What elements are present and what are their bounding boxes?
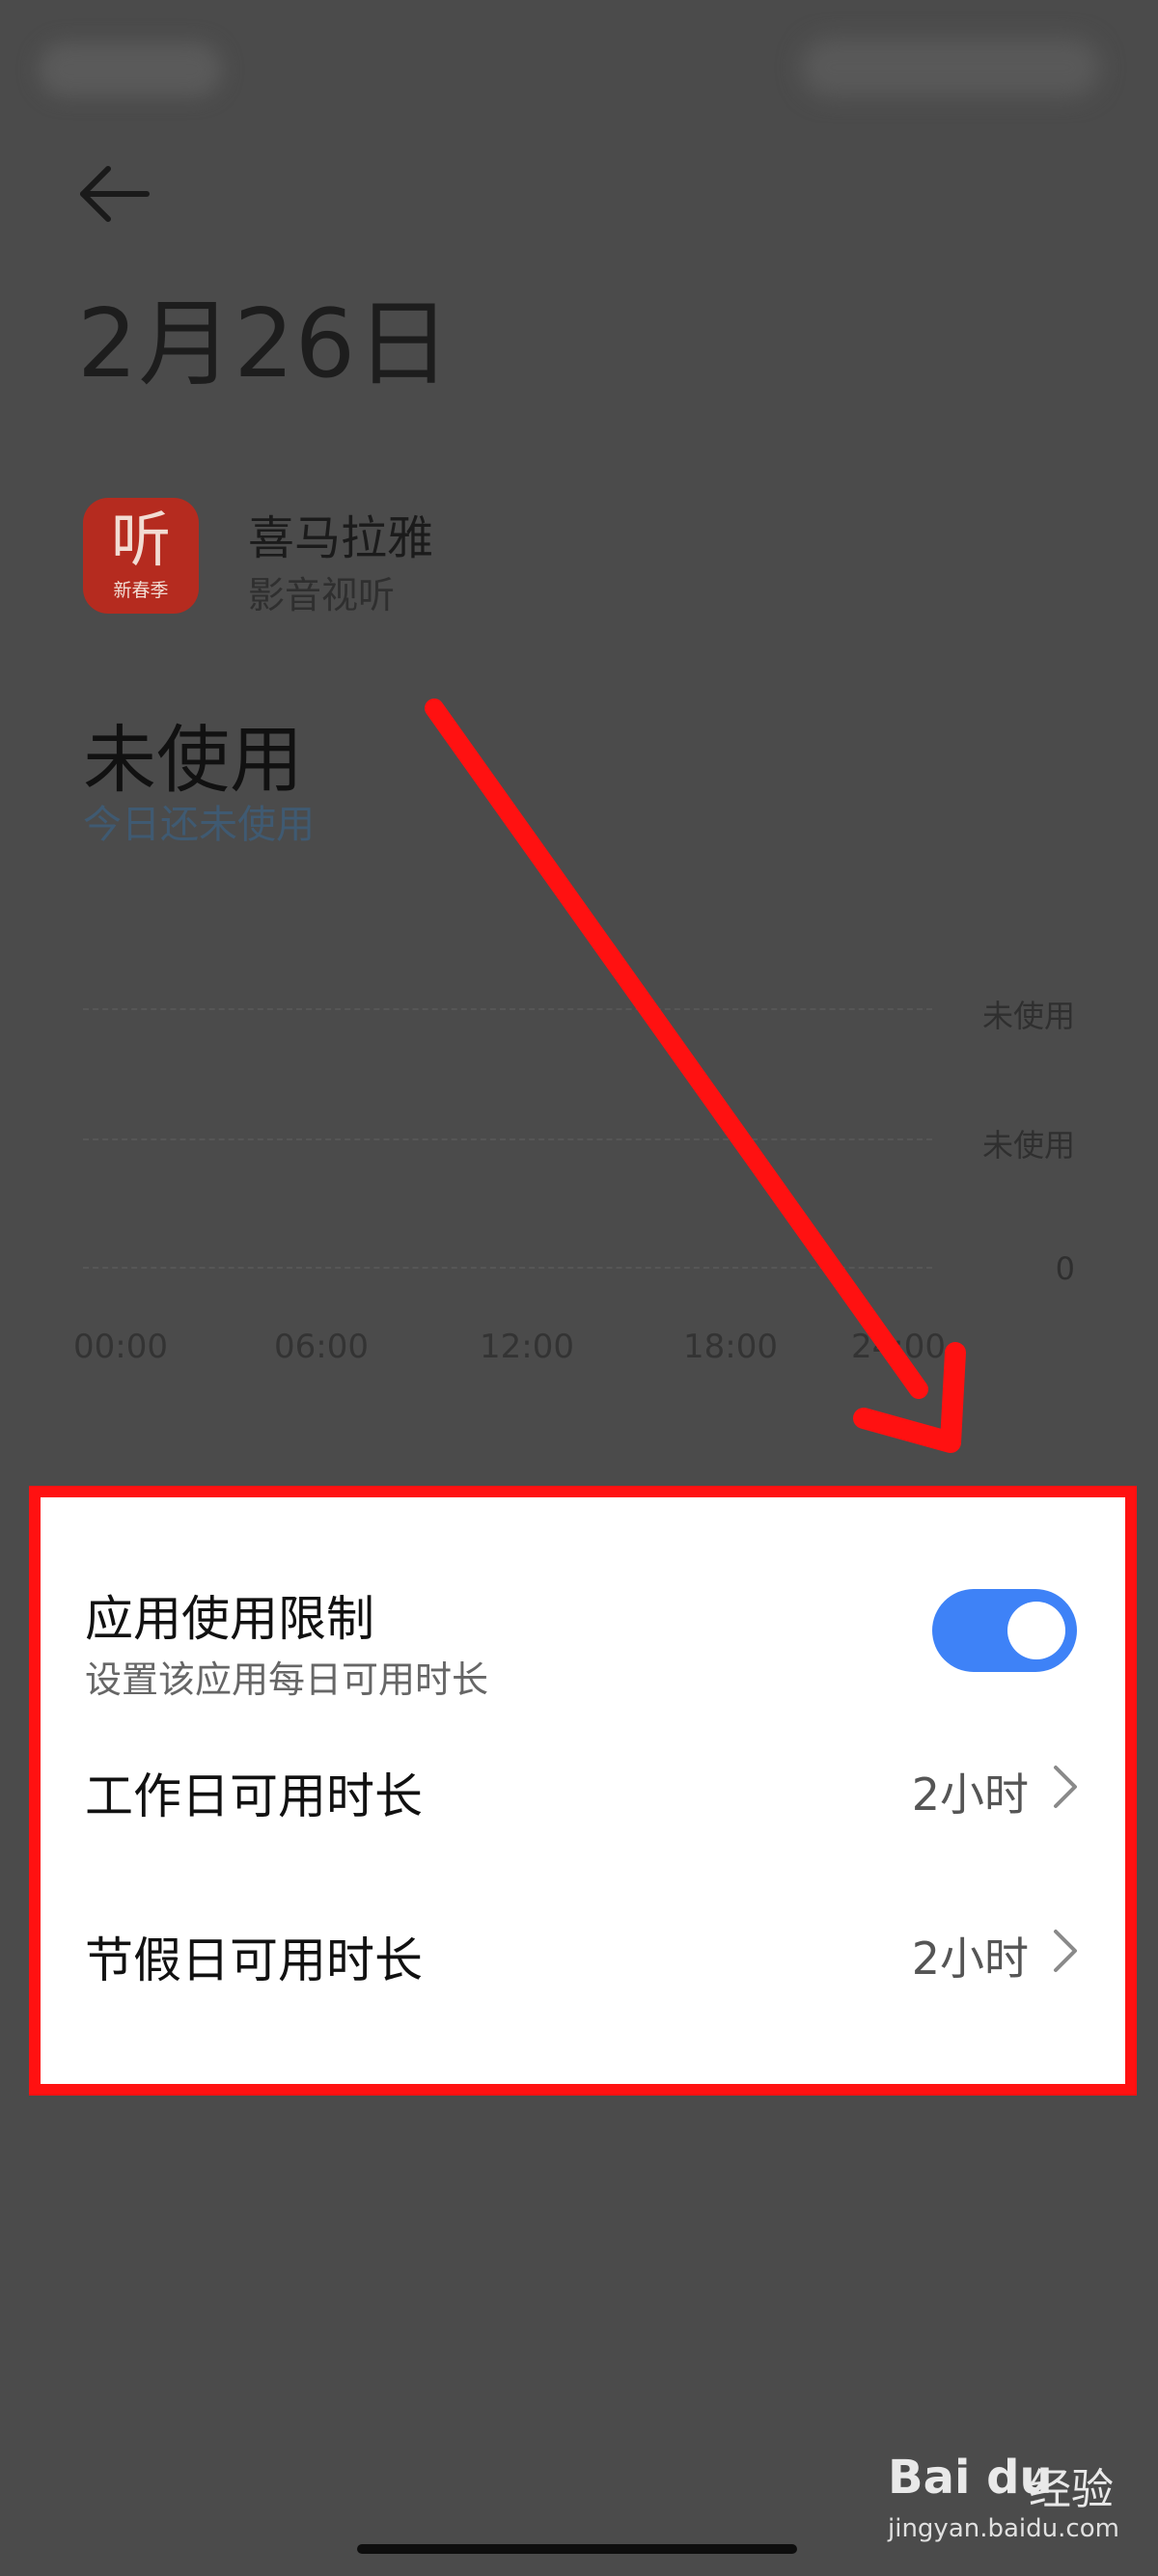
app-limit-description: 设置该应用每日可用时长 bbox=[85, 1658, 489, 1701]
watermark-suffix: 经验 bbox=[1029, 2465, 1114, 2514]
workday-duration-title: 工作日可用时长 bbox=[85, 1768, 423, 1824]
usage-limit-card: 应用使用限制 设置该应用每日可用时长 工作日可用时长 2小时 节假日可用时长 2… bbox=[29, 1486, 1137, 2096]
home-indicator[interactable] bbox=[357, 2544, 797, 2554]
holiday-duration-value: 2小时 bbox=[911, 1932, 1029, 1985]
workday-duration-row[interactable]: 工作日可用时长 2小时 bbox=[41, 1719, 1125, 1825]
chart-x-tick: 00:00 bbox=[73, 1328, 168, 1366]
chevron-right-icon bbox=[1054, 1930, 1077, 1972]
chart-x-tick: 18:00 bbox=[683, 1328, 778, 1366]
chart-x-tick: 06:00 bbox=[274, 1328, 369, 1366]
app-limit-toggle[interactable] bbox=[932, 1589, 1077, 1672]
chart-y-tick: 未使用 bbox=[981, 998, 1075, 1034]
chart-y-tick: 0 bbox=[1055, 1250, 1075, 1287]
holiday-duration-row[interactable]: 节假日可用时长 2小时 bbox=[41, 1883, 1125, 1989]
holiday-duration-title: 节假日可用时长 bbox=[85, 1932, 423, 1988]
app-limit-row[interactable]: 应用使用限制 设置该应用每日可用时长 bbox=[41, 1497, 1125, 1701]
baidu-watermark: Bai du 经验 jingyan.baidu.com bbox=[888, 2451, 1119, 2557]
watermark-url: jingyan.baidu.com bbox=[888, 2514, 1119, 2543]
chevron-right-icon bbox=[1054, 1766, 1077, 1808]
chart-gridline-bottom bbox=[83, 1267, 932, 1269]
chart-gridline-middle bbox=[83, 1138, 932, 1140]
chart-gridline-top bbox=[83, 1008, 932, 1010]
chart-x-tick: 24:00 bbox=[851, 1328, 946, 1366]
chart-x-tick: 12:00 bbox=[480, 1328, 574, 1366]
toggle-knob bbox=[1007, 1602, 1065, 1659]
usage-chart: 未使用 未使用 0 00:00 06:00 12:00 18:00 24:00 bbox=[0, 0, 1158, 1399]
chart-y-tick: 未使用 bbox=[981, 1127, 1075, 1164]
workday-duration-value: 2小时 bbox=[911, 1768, 1029, 1821]
app-limit-title: 应用使用限制 bbox=[85, 1591, 374, 1647]
